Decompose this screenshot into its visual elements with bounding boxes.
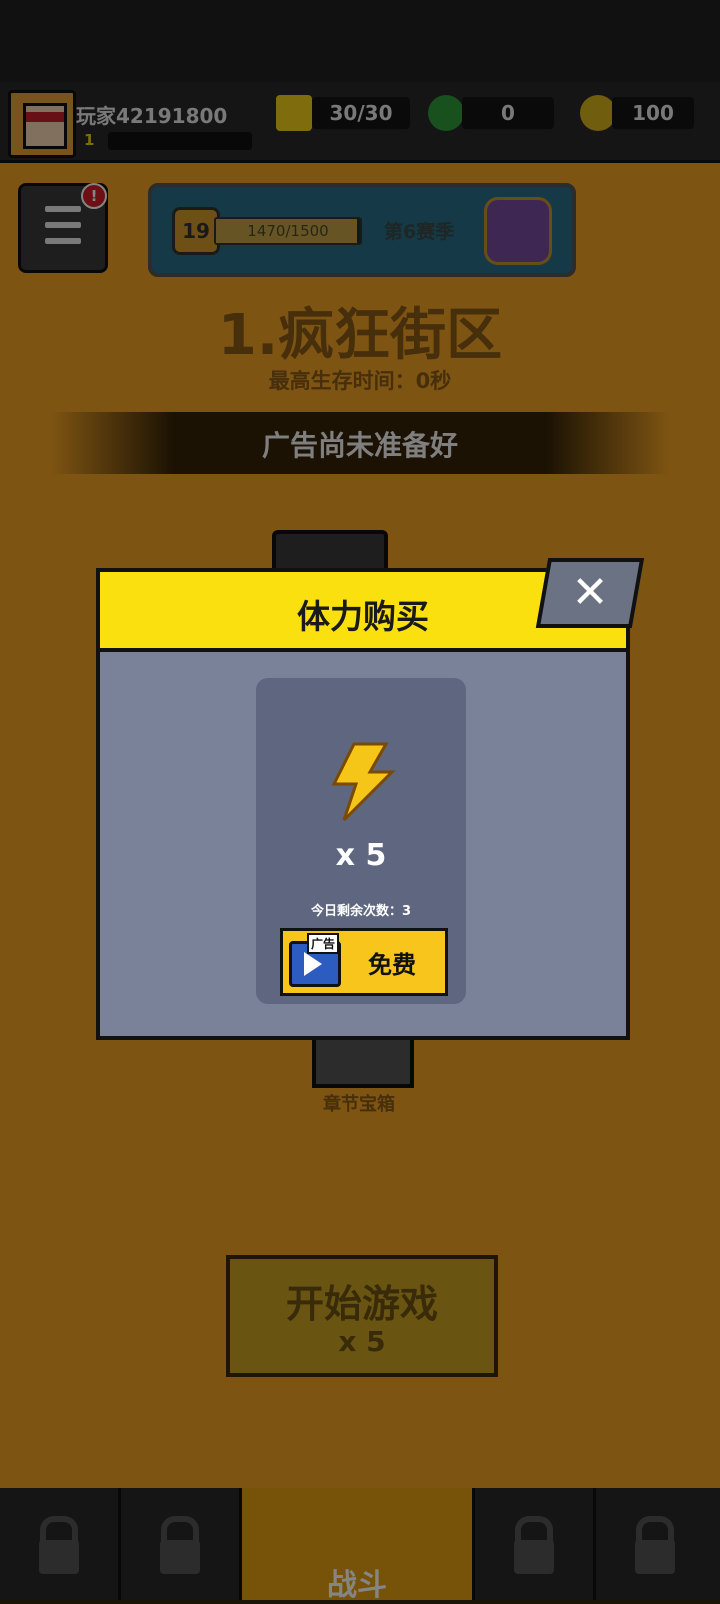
energy-purchase-dialog: 体力购买 x 5 今日剩余次数：3 广告 免费: [96, 568, 630, 1040]
status-bar: [0, 0, 720, 82]
remaining-count: 今日剩余次数：3: [310, 904, 412, 919]
watch-ad-free-button[interactable]: 广告 免费: [280, 928, 448, 996]
close-icon: ✕: [571, 567, 609, 618]
play-icon: [304, 952, 322, 976]
energy-offer-card: x 5 今日剩余次数：3 广告 免费: [256, 678, 466, 1004]
free-label: 免费: [368, 951, 416, 979]
lightning-icon: [331, 742, 396, 822]
energy-amount: x 5: [335, 838, 387, 873]
ad-tag: 广告: [307, 933, 340, 954]
close-button[interactable]: ✕: [535, 558, 645, 628]
